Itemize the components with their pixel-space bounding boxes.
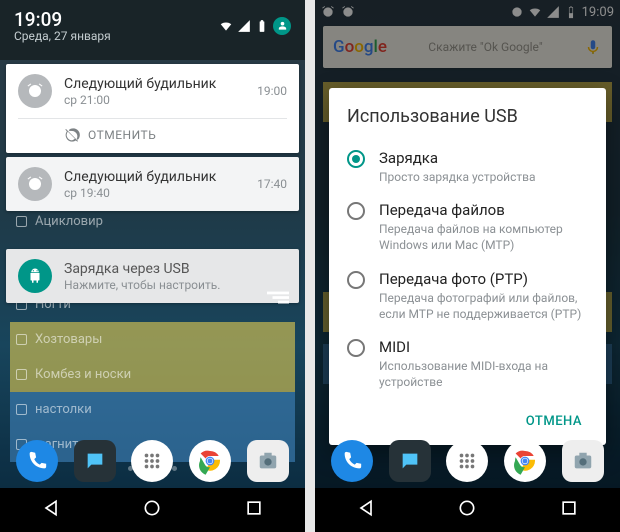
notification-shade-header[interactable]: 19:09 Среда, 27 января (0, 0, 305, 60)
nav-home[interactable] (457, 498, 477, 522)
notification-time: 19:00 (257, 84, 287, 98)
notification-subtitle: Нажмите, чтобы настроить. (64, 278, 287, 292)
navigation-bar (315, 488, 620, 532)
notification-subtitle: ср 21:00 (64, 93, 239, 107)
shade-drag-handle[interactable] (267, 290, 289, 309)
app-chrome[interactable] (189, 440, 231, 482)
usb-option-charging[interactable]: Зарядка Просто зарядка устройства (347, 141, 588, 193)
wifi-icon (219, 19, 233, 33)
notification-alarm[interactable]: Следующий будильник ср 19:40 17:40 (6, 157, 299, 211)
shade-time: 19:09 (14, 8, 111, 31)
notification-list: Следующий будильник ср 21:00 19:00 ОТМЕН… (0, 60, 305, 307)
dock (0, 434, 305, 488)
alarm-icon (18, 167, 52, 201)
notification-title: Зарядка через USB (64, 261, 287, 277)
app-chrome[interactable] (504, 440, 546, 482)
alarm-off-icon (64, 127, 80, 143)
radio-icon (347, 339, 365, 357)
battery-icon (255, 19, 269, 33)
notification-title: Следующий будильник (64, 76, 239, 92)
nav-recent[interactable] (559, 498, 579, 522)
android-icon (18, 259, 52, 293)
radio-icon (347, 271, 365, 289)
list-item: настолки (10, 392, 295, 427)
app-phone[interactable] (331, 440, 373, 482)
notification-action-cancel[interactable]: ОТМЕНИТЬ (6, 119, 299, 153)
signal-icon (237, 19, 251, 33)
notification-subtitle: ср 19:40 (64, 186, 239, 200)
profile-avatar[interactable] (273, 17, 291, 35)
dialog-title: Использование USB (347, 106, 588, 127)
shade-date: Среда, 27 января (14, 29, 111, 43)
nav-back[interactable] (356, 498, 376, 522)
phone-left: Ацикловир Ногти Хозтовары Комбез и носки… (0, 0, 305, 532)
app-drawer[interactable] (131, 440, 173, 482)
dock (315, 434, 620, 488)
app-camera[interactable] (247, 440, 289, 482)
notification-title: Следующий будильник (64, 169, 239, 185)
dialog-cancel-button[interactable]: ОТМЕНА (520, 406, 588, 437)
radio-icon (347, 150, 365, 168)
nav-recent[interactable] (244, 498, 264, 522)
usb-option-midi[interactable]: MIDI Использование MIDI-входа на устройс… (347, 330, 588, 398)
notification-time: 17:40 (257, 177, 287, 191)
app-drawer[interactable] (446, 440, 488, 482)
app-camera[interactable] (562, 440, 604, 482)
radio-icon (347, 202, 365, 220)
list-item: Хозтовары (10, 322, 295, 357)
usb-option-ptp[interactable]: Передача фото (PTP) Передача фотографий … (347, 262, 588, 330)
list-item: Комбез и носки (10, 357, 295, 392)
notification-usb[interactable]: Зарядка через USB Нажмите, чтобы настрои… (6, 249, 299, 303)
nav-home[interactable] (142, 498, 162, 522)
app-phone[interactable] (16, 440, 58, 482)
notification-alarm[interactable]: Следующий будильник ср 21:00 19:00 ОТМЕН… (6, 64, 299, 153)
phone-right: 19:09 Google Скажите "Ok Google" Использ… (315, 0, 620, 532)
app-messages[interactable] (389, 440, 431, 482)
usb-option-mtp[interactable]: Передача файлов Передача файлов на компь… (347, 193, 588, 261)
app-messages[interactable] (74, 440, 116, 482)
navigation-bar (0, 488, 305, 532)
usb-dialog: Использование USB Зарядка Просто зарядка… (329, 88, 606, 445)
alarm-icon (18, 74, 52, 108)
nav-back[interactable] (41, 498, 61, 522)
